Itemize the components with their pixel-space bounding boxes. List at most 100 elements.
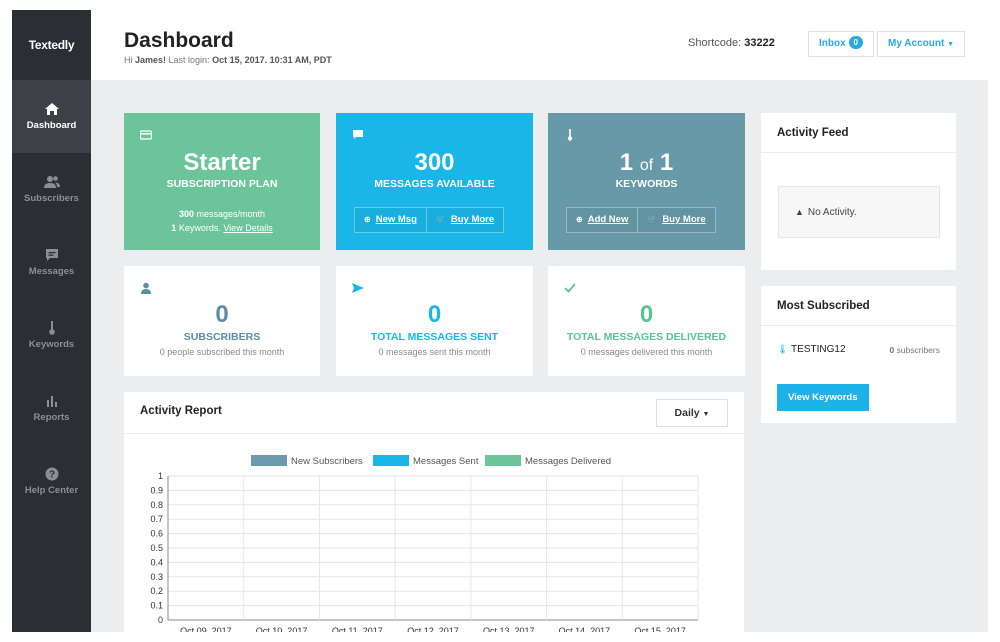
y-tick-label: 1 [158, 471, 163, 481]
add-keyword-button[interactable]: ⊕ Add New [566, 207, 639, 233]
y-tick-label: 0.9 [150, 485, 163, 495]
caret-down-icon: ▼ [947, 41, 955, 48]
sidebar-item-label: Help Center [24, 485, 79, 496]
subscribers-card: 0 SUBSCRIBERS 0 people subscribed this m… [124, 266, 320, 376]
users-icon [43, 176, 60, 188]
subscription-plan-tile: Starter SUBSCRIPTION PLAN 300 messages/m… [124, 113, 320, 250]
plan-messages-text: 300 messages/month [178, 209, 266, 219]
messages-delivered-desc: 0 messages delivered this month [580, 347, 713, 357]
sidebar-item-dashboard[interactable]: Dashboard [12, 80, 91, 153]
activity-feed-panel: Activity Feed ▲ No Activity. [761, 113, 956, 270]
sidebar: Textedly Dashboard Subscribers Messages … [12, 10, 91, 632]
sidebar-item-messages[interactable]: Messages [12, 226, 91, 299]
subscribers-desc: 0 people subscribed this month [159, 347, 285, 357]
inbox-button[interactable]: Inbox 0 [808, 31, 874, 57]
messages-sent-card: 0 TOTAL MESSAGES SENT 0 messages sent th… [336, 266, 533, 376]
messages-available-tile: 300 MESSAGES AVAILABLE ⊕ New Msg 🛒 Buy Mor… [336, 113, 533, 250]
user-icon [141, 282, 151, 294]
bar-chart-icon [46, 396, 57, 407]
top-header: Dashboard Hi James! Last login: Oct 15, … [91, 10, 988, 80]
keyword-subscriber-count: 0 subscribers [889, 345, 940, 355]
plan-subtitle: SUBSCRIPTION PLAN [166, 178, 278, 190]
cart-icon: 🛒 [647, 215, 658, 224]
plan-keywords-text: 1 Keywords. View Details [171, 223, 273, 233]
y-tick-label: 0.3 [150, 572, 163, 582]
sidebar-item-label: Subscribers [24, 193, 79, 204]
no-activity-notice: ▲ No Activity. [778, 186, 940, 238]
keywords-tile: 1 of 1 KEYWORDS ⊕ Add New 🛒 Buy More [548, 113, 745, 250]
plan-name: Starter [183, 149, 261, 176]
x-tick-label: Oct 15, 2017 [634, 626, 686, 632]
legend-swatch [251, 455, 287, 466]
keyword-name: TESTING12 [791, 344, 846, 355]
cart-icon: 🛒 [435, 215, 446, 224]
thermometer-icon [48, 321, 55, 335]
y-tick-label: 0.4 [150, 557, 163, 567]
buy-more-messages-button[interactable]: 🛒 Buy More [426, 207, 505, 233]
x-tick-label: Oct 09, 2017 [180, 626, 232, 632]
legend-swatch [373, 455, 409, 466]
last-login-text: Hi James! Last login: Oct 15, 2017. 10:3… [124, 55, 332, 65]
messages-sent-label: TOTAL MESSAGES SENT [370, 331, 499, 343]
x-tick-label: Oct 13, 2017 [483, 626, 535, 632]
sidebar-item-keywords[interactable]: Keywords [12, 299, 91, 372]
y-tick-label: 0.7 [150, 514, 163, 524]
y-tick-label: 0.6 [150, 529, 163, 539]
chat-icon [353, 130, 363, 139]
legend-label: Messages Delivered [525, 456, 611, 467]
messages-delivered-card: 0 TOTAL MESSAGES DELIVERED 0 messages de… [548, 266, 745, 376]
sidebar-item-label: Reports [33, 412, 70, 423]
credit-card-icon [140, 130, 152, 140]
subscribers-label: SUBSCRIBERS [183, 331, 261, 343]
messages-delivered-count: 0 [639, 301, 654, 328]
messages-sent-count: 0 [427, 301, 442, 328]
thermometer-icon: 🌡 [777, 344, 789, 354]
subscribers-count: 0 [215, 301, 229, 328]
plus-circle-icon: ⊕ [576, 215, 583, 224]
sidebar-item-label: Dashboard [26, 120, 77, 131]
checkmark-icon [564, 283, 576, 293]
app-frame: Textedly Dashboard Subscribers Messages … [12, 10, 988, 632]
my-account-dropdown[interactable]: My Account ▼ [877, 31, 966, 57]
warning-icon: ▲ [795, 207, 804, 217]
sidebar-item-help-center[interactable]: ? Help Center [12, 445, 91, 518]
shortcode-value: 33222 [744, 37, 775, 49]
view-details-link[interactable]: View Details [223, 223, 272, 233]
keywords-label: KEYWORDS [615, 178, 678, 190]
legend-label: New Subscribers [291, 456, 363, 467]
y-tick-label: 0.5 [150, 543, 163, 553]
activity-feed-title: Activity Feed [761, 113, 956, 153]
most-subscribed-title: Most Subscribed [761, 286, 956, 326]
activity-report-panel: Activity Report Daily ▼ New Subscribers M… [124, 392, 744, 632]
brand-logo[interactable]: Textedly [12, 10, 91, 80]
inbox-count-badge: 0 [848, 36, 863, 49]
messages-available-count: 300 [414, 149, 455, 176]
sidebar-item-subscribers[interactable]: Subscribers [12, 153, 91, 226]
sidebar-item-label: Keywords [28, 339, 75, 350]
messages-delivered-label: TOTAL MESSAGES DELIVERED [566, 331, 727, 343]
legend-label: Messages Sent [413, 456, 479, 467]
y-tick-label: 0.8 [150, 500, 163, 510]
sidebar-item-label: Messages [28, 266, 75, 277]
x-tick-label: Oct 14, 2017 [559, 626, 611, 632]
new-message-button[interactable]: ⊕ New Msg [354, 207, 427, 233]
y-tick-label: 0 [158, 615, 163, 625]
x-tick-label: Oct 11, 2017 [332, 626, 383, 632]
x-tick-label: Oct 10, 2017 [256, 626, 308, 632]
most-subscribed-panel: Most Subscribed 🌡 TESTING12 0 subscriber… [761, 286, 956, 423]
sidebar-item-reports[interactable]: Reports [12, 372, 91, 445]
buy-more-keywords-button[interactable]: 🛒 Buy More [638, 207, 716, 233]
y-tick-label: 0.1 [150, 601, 163, 611]
activity-chart: New Subscribers Messages Sent Messages Del… [150, 455, 699, 632]
svg-text:?: ? [48, 470, 54, 481]
messages-available-label: MESSAGES AVAILABLE [374, 178, 495, 190]
shortcode-label: Shortcode: 33222 [688, 37, 775, 49]
list-item[interactable]: 🌡 TESTING12 0 subscribers [777, 344, 940, 355]
legend-swatch [485, 455, 521, 466]
messages-sent-desc: 0 messages sent this month [378, 347, 491, 357]
send-icon [352, 283, 364, 293]
view-keywords-button[interactable]: View Keywords [777, 384, 869, 411]
x-tick-label: Oct 12, 2017 [407, 626, 459, 632]
home-icon [44, 103, 59, 115]
y-tick-label: 0.2 [150, 586, 163, 596]
